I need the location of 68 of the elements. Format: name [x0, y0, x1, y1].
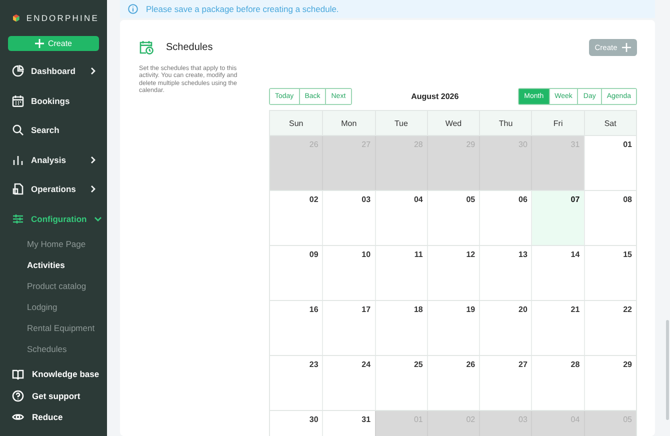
day-cell[interactable]: 09	[270, 246, 322, 300]
footer-link[interactable]: Knowledge base	[8, 364, 99, 385]
doc-icon	[12, 183, 24, 196]
scrollbar[interactable]	[666, 320, 669, 420]
day-cell[interactable]: 23	[270, 356, 322, 410]
brand-name: ENDORPHINE	[26, 13, 99, 23]
weekday-header: Tue	[374, 111, 427, 135]
day-cell[interactable]: 26	[426, 356, 480, 410]
month-label: August 2026	[411, 92, 459, 101]
day-cell[interactable]: 08	[584, 191, 636, 245]
calendar-clock-icon	[139, 40, 154, 55]
day-cell[interactable]: 04	[374, 191, 427, 245]
day-cell[interactable]: 14	[531, 246, 584, 300]
day-cell[interactable]: 25	[374, 356, 427, 410]
weekday-header: Wed	[426, 111, 480, 135]
weekday-header: Thu	[479, 111, 532, 135]
submenu-item[interactable]: My Home Page	[8, 234, 99, 254]
day-cell[interactable]: 17	[322, 301, 375, 355]
nav-item[interactable]: Operations	[8, 174, 99, 204]
day-cell[interactable]: 30	[270, 411, 322, 436]
day-cell[interactable]: 11	[374, 246, 427, 300]
day-cell[interactable]: 24	[322, 356, 375, 410]
sliders-icon	[12, 212, 24, 225]
day-cell[interactable]: 15	[584, 246, 636, 300]
plus-icon	[622, 43, 632, 52]
weekday-header: Mon	[322, 111, 375, 135]
day-cell[interactable]: 01	[584, 136, 636, 190]
search-icon	[12, 124, 24, 136]
submenu-item[interactable]: Product catalog	[8, 276, 99, 296]
day-cell[interactable]: 22	[584, 301, 636, 355]
nav-item[interactable]: Analysis	[8, 145, 99, 174]
footer-link[interactable]: Get support	[8, 385, 99, 406]
nav-item[interactable]: Configuration	[8, 204, 99, 234]
book-icon	[12, 368, 24, 380]
day-cell[interactable]: 21	[531, 301, 584, 355]
nav-item[interactable]: Search	[8, 116, 99, 145]
day-cell[interactable]: 19	[426, 301, 480, 355]
day-cell[interactable]: 27	[479, 356, 532, 410]
day-cell[interactable]: 29	[584, 356, 636, 410]
day-cell[interactable]: 02	[270, 191, 322, 245]
submenu-item[interactable]: Activities	[8, 254, 99, 276]
day-cell[interactable]: 07	[531, 191, 584, 245]
day-cell[interactable]: 16	[270, 301, 322, 355]
day-cell[interactable]: 12	[426, 246, 480, 300]
calendar-icon	[12, 94, 24, 107]
day-cell[interactable]: 20	[479, 301, 532, 355]
submenu-item[interactable]: Rental Equipment	[8, 318, 99, 338]
plus-icon	[34, 38, 44, 48]
weekday-header: Sun	[288, 118, 304, 130]
section-title: Schedules	[166, 42, 213, 53]
day-cell[interactable]: 18	[374, 301, 427, 355]
day-cell[interactable]: 28	[531, 356, 584, 410]
day-cell[interactable]: 10	[322, 246, 375, 300]
weekday-header: Sat	[584, 111, 636, 135]
banner-message: Please save a package before creating a schedule.	[146, 4, 339, 14]
help-icon	[12, 390, 24, 402]
day-cell[interactable]: 05	[426, 191, 480, 245]
submenu-item[interactable]: Lodging	[8, 296, 99, 318]
pie-icon	[12, 65, 24, 78]
info-icon	[128, 4, 138, 14]
nav-item[interactable]: Bookings	[8, 86, 99, 116]
day-cell[interactable]: 13	[479, 246, 532, 300]
weekday-header: Fri	[531, 111, 584, 135]
nav-item[interactable]: Dashboard	[8, 56, 99, 86]
footer-link[interactable]: Reduce	[8, 406, 99, 428]
bars-icon	[12, 154, 24, 166]
day-cell[interactable]: 03	[322, 191, 375, 245]
submenu-item[interactable]: Schedules	[8, 338, 99, 360]
